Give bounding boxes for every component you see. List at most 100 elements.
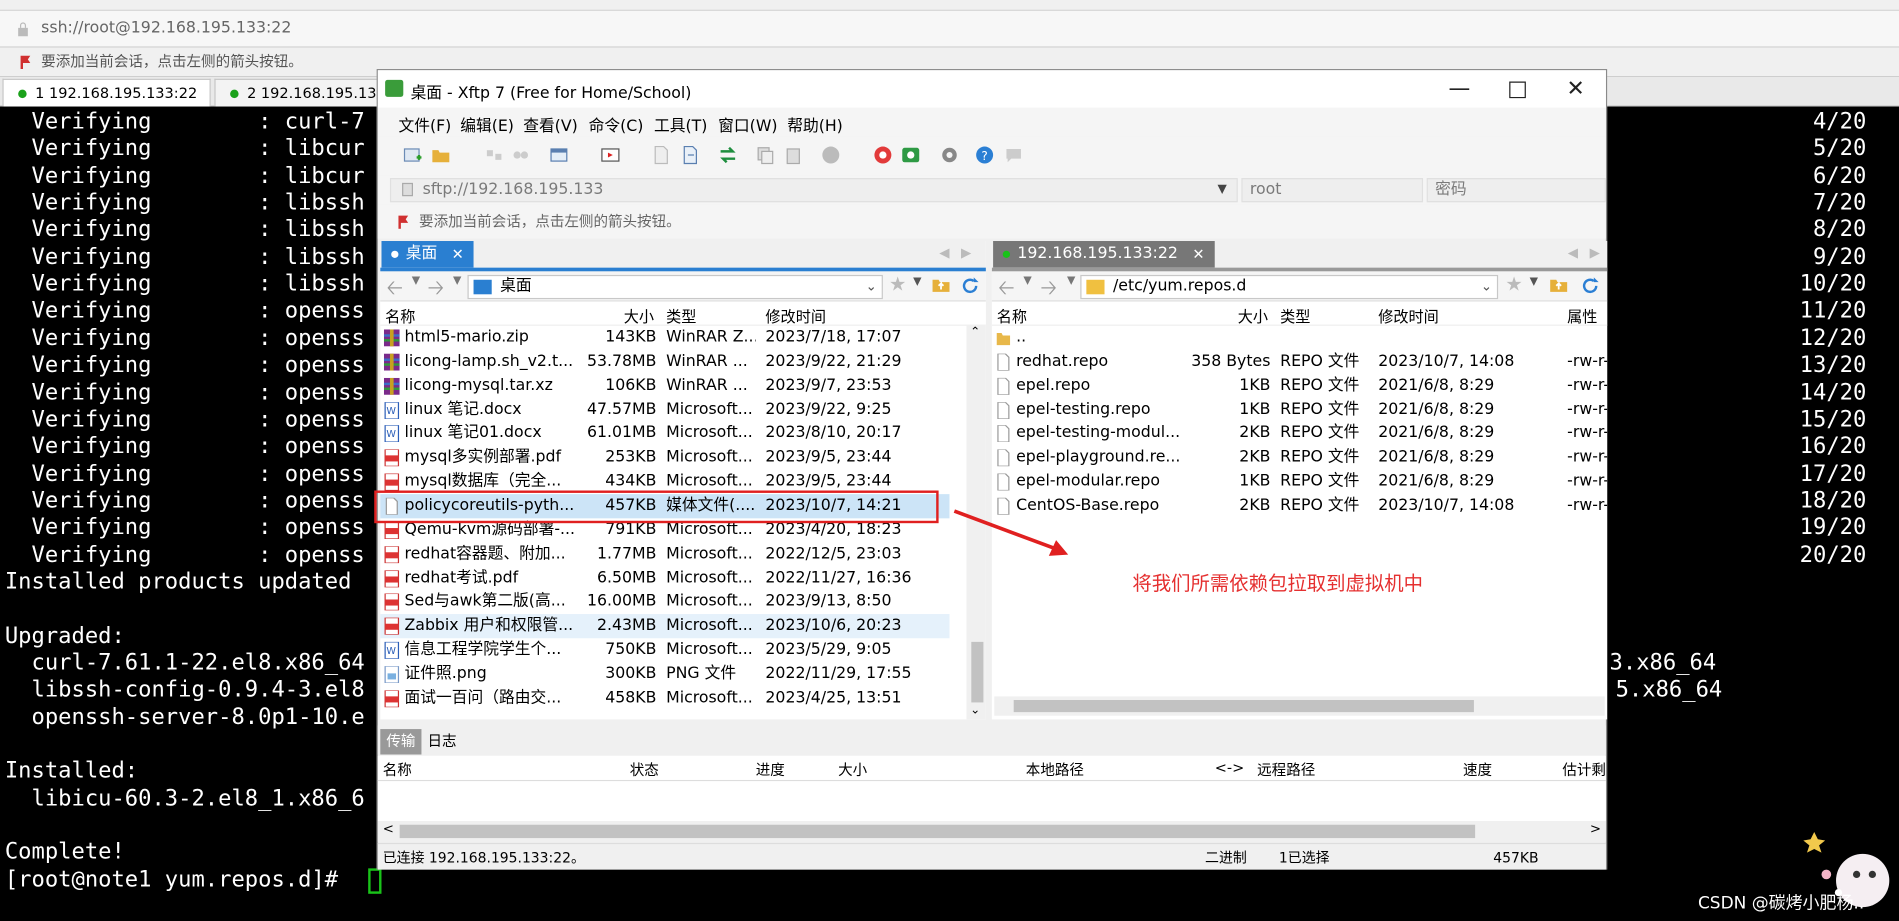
col-name[interactable]: 名称 — [997, 304, 1027, 327]
chevron-down-icon[interactable]: ▼ — [913, 276, 921, 288]
local-path-input[interactable]: 桌面 ⌄ — [467, 274, 883, 300]
transfer-horizontal-scrollbar[interactable]: < > — [377, 821, 1606, 842]
menu-tools[interactable]: 工具(T) — [654, 113, 707, 135]
col-local-path[interactable]: 本地路径 — [1026, 759, 1084, 780]
xshell-icon[interactable] — [873, 145, 892, 164]
title-bar[interactable]: 桌面 - Xftp 7 (Free for Home/School) — □ ✕ — [377, 70, 1606, 108]
chevron-down-icon[interactable]: ▼ — [1530, 276, 1538, 288]
menu-command[interactable]: 命令(C) — [589, 113, 644, 135]
file-row[interactable]: html5-mario.zip 143KB WinRAR Z... 2023/7/18… — [380, 326, 949, 350]
tab-transfers[interactable]: 传输 — [380, 729, 422, 755]
col-eta[interactable]: 估计剩 — [1562, 759, 1606, 780]
tab-scroll-right-icon[interactable]: ▶ — [961, 245, 971, 261]
url-input[interactable]: sftp://192.168.195.133 ▼ — [389, 178, 1238, 203]
chevron-down-icon[interactable]: ▼ — [1067, 275, 1075, 287]
col-progress[interactable]: 进度 — [756, 759, 785, 780]
close-icon[interactable]: ✕ — [1548, 73, 1604, 107]
file-row[interactable]: Zabbix 用户和权限管... 2.43MB Microsoft... 2023/1… — [380, 614, 950, 639]
menu-view[interactable]: 查看(V) — [523, 113, 578, 135]
tab-local-desktop[interactable]: 桌面 ✕ — [381, 241, 474, 268]
file-row[interactable]: epel-playground.re... 2KB REPO 文件 2021/6/8,… — [992, 446, 1607, 470]
chevron-down-icon[interactable]: ⌄ — [1481, 276, 1492, 298]
session-tab-1[interactable]: 1 192.168.195.133:22 — [2, 78, 211, 107]
scroll-left-icon[interactable]: < — [383, 821, 394, 837]
scroll-thumb[interactable] — [1013, 700, 1474, 713]
chevron-down-icon[interactable]: ⌄ — [866, 276, 877, 298]
col-remote-path[interactable]: 远程路径 — [1257, 759, 1315, 780]
file-row[interactable]: redhat考试.pdf 6.50MB Microsoft... 2022/11/27… — [380, 566, 949, 590]
col-name[interactable]: 名称 — [385, 304, 415, 327]
sync-icon[interactable] — [718, 145, 737, 164]
parent-folder-icon[interactable] — [1549, 276, 1568, 293]
file-row[interactable]: epel.repo 1KB REPO 文件 2021/6/8, 8:29 -rw-r- — [992, 374, 1607, 398]
menu-file[interactable]: 文件(F) — [398, 113, 451, 135]
file-row[interactable]: licong-lamp.sh_v2.t... 53.78MB WinRAR ... 2… — [380, 350, 949, 374]
col-name[interactable]: 名称 — [383, 759, 412, 780]
refresh-icon[interactable] — [960, 276, 979, 295]
col-attributes[interactable]: 属性 — [1567, 304, 1597, 327]
menu-help[interactable]: 帮助(H) — [787, 113, 843, 135]
tab-log[interactable]: 日志 — [421, 729, 462, 754]
col-modified[interactable]: 修改时间 — [765, 304, 826, 327]
globe-icon[interactable] — [821, 145, 840, 164]
password-field[interactable]: 密码 — [1426, 178, 1606, 203]
col-size[interactable]: 大小 — [1238, 304, 1268, 327]
col-status[interactable]: 状态 — [630, 759, 659, 780]
scroll-up-icon[interactable]: ⌃ — [970, 326, 980, 339]
col-modified[interactable]: 修改时间 — [1378, 304, 1439, 327]
chevron-down-icon[interactable]: ▼ — [412, 275, 420, 287]
new-session-icon[interactable] — [403, 145, 422, 164]
file-row[interactable]: epel-modular.repo 1KB REPO 文件 2021/6/8, 8:2… — [992, 470, 1607, 494]
background-address-bar[interactable]: ssh://root@192.168.195.133:22 — [0, 10, 1899, 48]
remote-horizontal-scrollbar[interactable] — [994, 696, 1605, 716]
file-row[interactable]: .. — [992, 326, 1607, 350]
close-icon[interactable]: ✕ — [1192, 241, 1204, 268]
file-row[interactable]: W 信息工程学院学生个... 750KB Microsoft... 2023/5/29,… — [380, 638, 949, 662]
scroll-down-icon[interactable]: ⌄ — [970, 704, 980, 717]
close-icon[interactable]: ✕ — [452, 241, 464, 268]
file-row[interactable]: licong-mysql.tar.xz 106KB WinRAR ... 2023/9… — [380, 374, 949, 398]
col-direction[interactable]: <-> — [1215, 759, 1245, 776]
tab-scroll-left-icon[interactable]: ◀ — [1568, 245, 1578, 261]
favorite-star-icon[interactable]: ★ — [889, 272, 906, 295]
paste-icon[interactable] — [784, 145, 803, 165]
gear-icon[interactable] — [940, 145, 959, 164]
new-tab-icon[interactable] — [550, 145, 569, 164]
col-size[interactable]: 大小 — [838, 759, 867, 780]
open-terminal-icon[interactable] — [601, 145, 620, 164]
help-icon[interactable]: ? — [975, 145, 994, 164]
tab-scroll-left-icon[interactable]: ◀ — [939, 245, 949, 261]
chat-icon[interactable] — [1004, 145, 1023, 164]
maximize-icon[interactable]: □ — [1490, 73, 1546, 107]
connect-icon[interactable] — [484, 145, 503, 164]
tab-scroll-right-icon[interactable]: ▶ — [1590, 245, 1600, 261]
bookmark-flag-icon[interactable] — [19, 54, 34, 70]
open-folder-icon[interactable] — [431, 145, 450, 164]
file-row[interactable]: epel-testing.repo 1KB REPO 文件 2021/6/8, 8:2… — [992, 398, 1607, 422]
chevron-down-icon[interactable]: ▼ — [453, 275, 461, 287]
file-row[interactable]: redhat容器题、附加... 1.77MB Microsoft... 2022/12… — [380, 542, 949, 566]
menu-window[interactable]: 窗口(W) — [718, 113, 777, 135]
properties-icon[interactable] — [681, 145, 700, 165]
scroll-thumb[interactable] — [399, 824, 1476, 839]
copy-icon[interactable] — [756, 145, 775, 165]
new-file-icon[interactable] — [652, 145, 671, 165]
parent-folder-icon[interactable] — [931, 276, 950, 293]
scroll-thumb[interactable] — [971, 641, 984, 703]
favorite-star-icon[interactable]: ★ — [1505, 272, 1522, 295]
file-row[interactable]: 面试一百问（路由交... 458KB Microsoft... 2023/4/25, … — [380, 686, 949, 710]
col-type[interactable]: 类型 — [666, 304, 696, 327]
minimize-icon[interactable]: — — [1432, 73, 1488, 107]
file-row[interactable]: Sed与awk第二版(高... 16.00MB Microsoft... 2023/9… — [380, 590, 949, 614]
file-row[interactable]: 证件照.png 300KB PNG 文件 2022/11/29, 17:55 — [380, 662, 949, 686]
file-row[interactable]: Wlinux 笔记01.docx 61.01MB Microsoft... 2023/… — [380, 422, 949, 446]
xftp-icon[interactable] — [901, 145, 920, 164]
col-type[interactable]: 类型 — [1280, 304, 1310, 327]
file-row[interactable]: Wlinux 笔记.docx 47.57MB Microsoft... 2023/9/… — [380, 398, 949, 422]
tab-remote-session[interactable]: 192.168.195.133:22 ✕ — [993, 241, 1215, 268]
menu-edit[interactable]: 编辑(E) — [460, 113, 514, 135]
bookmark-flag-icon[interactable] — [397, 214, 412, 229]
remote-path-input[interactable]: /etc/yum.repos.d ⌄ — [1080, 274, 1499, 300]
chevron-down-icon[interactable]: ▼ — [1218, 179, 1227, 201]
col-speed[interactable]: 速度 — [1463, 759, 1492, 780]
